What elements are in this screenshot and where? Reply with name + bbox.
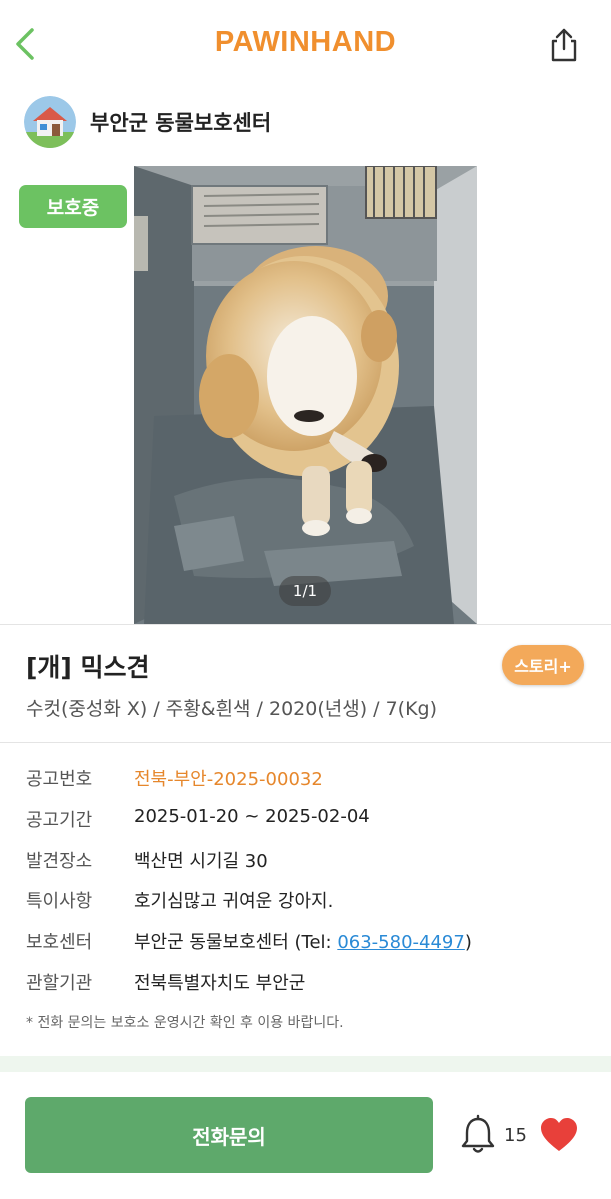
notice-period: 2025-01-20 ~ 2025-02-04 (134, 805, 370, 827)
app-logo: PAWINHAND (214, 26, 397, 58)
bell-icon[interactable] (460, 1114, 496, 1156)
info-label: 특이사항 (26, 891, 93, 913)
center-close: ) (464, 932, 472, 954)
bell-count: 15 (504, 1125, 527, 1146)
section-band (0, 1056, 611, 1072)
animal-photo[interactable] (134, 166, 477, 624)
animal-title: [개] 믹스견 (26, 653, 150, 682)
info-label: 공고번호 (26, 769, 93, 790)
share-icon[interactable] (546, 26, 582, 64)
jurisdiction-agency: 전북특별자치도 부안군 (134, 972, 306, 994)
notice-number: 전북-부안-2025-00032 (134, 769, 323, 790)
info-label: 공고기간 (26, 809, 93, 831)
special-notes: 호기심많고 귀여운 강아지. (134, 891, 334, 913)
phone-inquiry-note: * 전화 문의는 보호소 운영시간 확인 후 이용 바랍니다. (26, 1015, 344, 1031)
info-table: 공고번호 전북-부안-2025-00032 공고기간 2025-01-20 ~ … (26, 765, 596, 1010)
found-location: 백산면 시기길 30 (134, 850, 268, 872)
photo-counter: 1/1 (279, 576, 331, 606)
info-row-notice-no: 공고번호 전북-부안-2025-00032 (26, 765, 596, 806)
story-button[interactable]: 스토리+ (502, 645, 584, 685)
heart-icon[interactable] (539, 1117, 579, 1153)
status-badge: 보호중 (19, 185, 127, 228)
shelter-name: 부안군 동물보호센터 (90, 111, 272, 135)
info-row-period: 공고기간 2025-01-20 ~ 2025-02-04 (26, 806, 596, 847)
info-row-special: 특이사항 호기심많고 귀여운 강아지. (26, 887, 596, 928)
info-label: 관할기관 (26, 972, 93, 994)
shelter-center: 부안군 동물보호센터 (Tel: 063-580-4497) (134, 928, 472, 954)
divider (0, 624, 611, 625)
info-label: 발견장소 (26, 850, 93, 872)
info-row-center: 보호센터 부안군 동물보호센터 (Tel: 063-580-4497) (26, 928, 596, 969)
info-label: 보호센터 (26, 932, 93, 954)
animal-summary: 수컷(중성화 X) / 주황&흰색 / 2020(년생) / 7(Kg) (26, 698, 438, 720)
info-row-found: 발견장소 백산면 시기길 30 (26, 847, 596, 888)
info-row-agency: 관할기관 전북특별자치도 부안군 (26, 969, 596, 1010)
app-header: PAWINHAND (0, 0, 611, 90)
center-name: 부안군 동물보호센터 (Tel: (134, 932, 338, 954)
phone-link[interactable]: 063-580-4497 (337, 932, 465, 953)
house-icon (24, 96, 76, 148)
call-inquiry-button[interactable]: 전화문의 (25, 1097, 433, 1173)
divider (0, 742, 611, 743)
shelter-header[interactable]: 부안군 동물보호센터 (24, 94, 271, 150)
